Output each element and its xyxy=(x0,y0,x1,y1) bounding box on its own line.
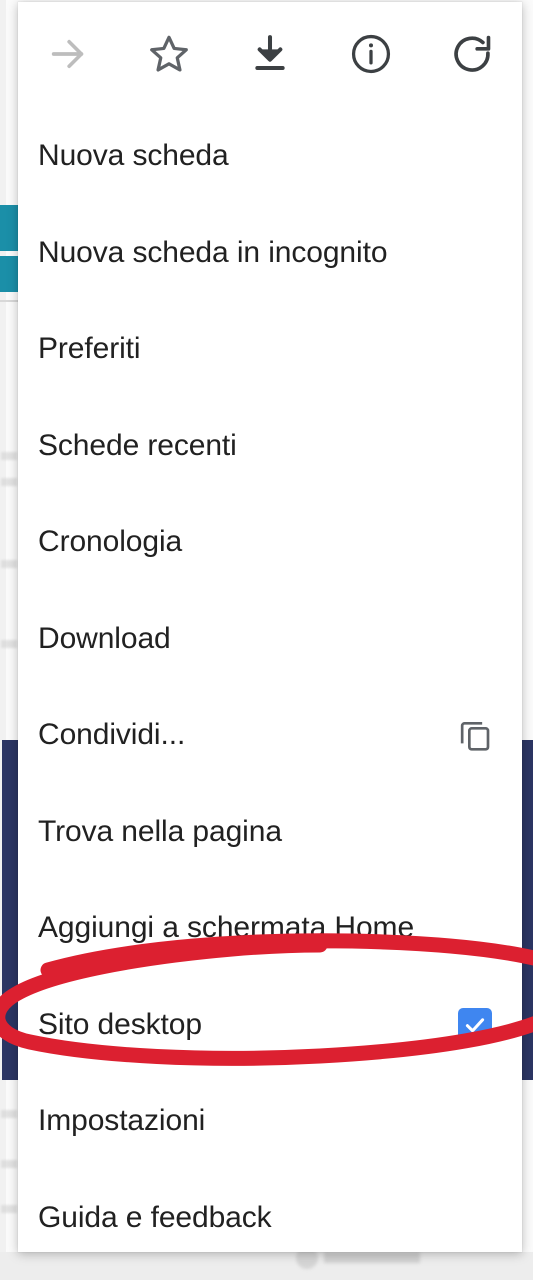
menu-item-label: Guida e feedback xyxy=(38,1200,272,1234)
menu-item-label: Nuova scheda xyxy=(38,139,229,173)
menu-item-label: Preferiti xyxy=(38,332,141,366)
menu-item-label: Cronologia xyxy=(38,525,183,559)
page-navy-block-left xyxy=(2,740,18,1080)
bookmark-button[interactable] xyxy=(119,2,220,106)
menu-item-find-in-page[interactable]: Trova nella pagina xyxy=(18,784,522,881)
desktop-site-checkbox[interactable] xyxy=(458,1007,492,1042)
copy-icon[interactable] xyxy=(454,714,496,756)
menu-item-downloads[interactable]: Download xyxy=(18,591,522,688)
page-accent-badge-2 xyxy=(0,256,18,292)
menu-item-help-and-feedback[interactable]: Guida e feedback xyxy=(18,1170,522,1253)
page-text-fragment xyxy=(1,560,17,568)
reload-icon xyxy=(449,31,495,77)
menu-item-label: Impostazioni xyxy=(38,1104,206,1138)
menu-item-recent-tabs[interactable]: Schede recenti xyxy=(18,398,522,495)
menu-item-desktop-site[interactable]: Sito desktop xyxy=(18,977,522,1074)
page-text-fragment xyxy=(1,478,17,486)
menu-item-add-to-home-screen[interactable]: Aggiungi a schermata Home xyxy=(18,880,522,977)
page-text-fragment xyxy=(1,1205,17,1213)
menu-item-label: Condividi... xyxy=(38,718,186,752)
page-divider xyxy=(0,300,18,302)
page-text-fragment xyxy=(1,1160,17,1168)
forward-button[interactable] xyxy=(18,2,119,106)
bookmark-star-icon xyxy=(146,31,192,77)
page-navy-block-right xyxy=(521,740,533,1080)
menu-item-label: Trova nella pagina xyxy=(38,814,282,848)
menu-item-bookmarks[interactable]: Preferiti xyxy=(18,301,522,398)
reload-button[interactable] xyxy=(421,2,522,106)
page-bottom-bar xyxy=(0,1252,533,1280)
menu-item-new-tab[interactable]: Nuova scheda xyxy=(18,108,522,205)
menu-item-new-incognito-tab[interactable]: Nuova scheda in incognito xyxy=(18,205,522,302)
menu-item-settings[interactable]: Impostazioni xyxy=(18,1073,522,1170)
page-text-fragment xyxy=(1,452,17,460)
menu-item-label: Sito desktop xyxy=(38,1007,202,1041)
chrome-overflow-menu: Nuova scheda Nuova scheda in incognito P… xyxy=(18,2,522,1252)
forward-icon xyxy=(45,31,91,77)
menu-item-label: Aggiungi a schermata Home xyxy=(38,911,415,945)
download-button[interactable] xyxy=(220,2,321,106)
page-bottom-label xyxy=(324,1252,420,1263)
menu-item-label: Download xyxy=(38,621,171,655)
menu-item-share[interactable]: Condividi... xyxy=(18,687,522,784)
menu-toolbar xyxy=(18,2,522,106)
download-icon xyxy=(247,31,293,77)
menu-item-label: Schede recenti xyxy=(38,428,237,462)
info-icon xyxy=(348,31,394,77)
menu-item-history[interactable]: Cronologia xyxy=(18,494,522,591)
page-accent-badge-1 xyxy=(0,205,18,251)
page-text-fragment xyxy=(1,640,17,648)
page-info-button[interactable] xyxy=(320,2,421,106)
menu-item-label: Nuova scheda in incognito xyxy=(38,235,388,269)
page-text-fragment xyxy=(1,1110,17,1118)
menu-item-list: Nuova scheda Nuova scheda in incognito P… xyxy=(18,106,522,1252)
